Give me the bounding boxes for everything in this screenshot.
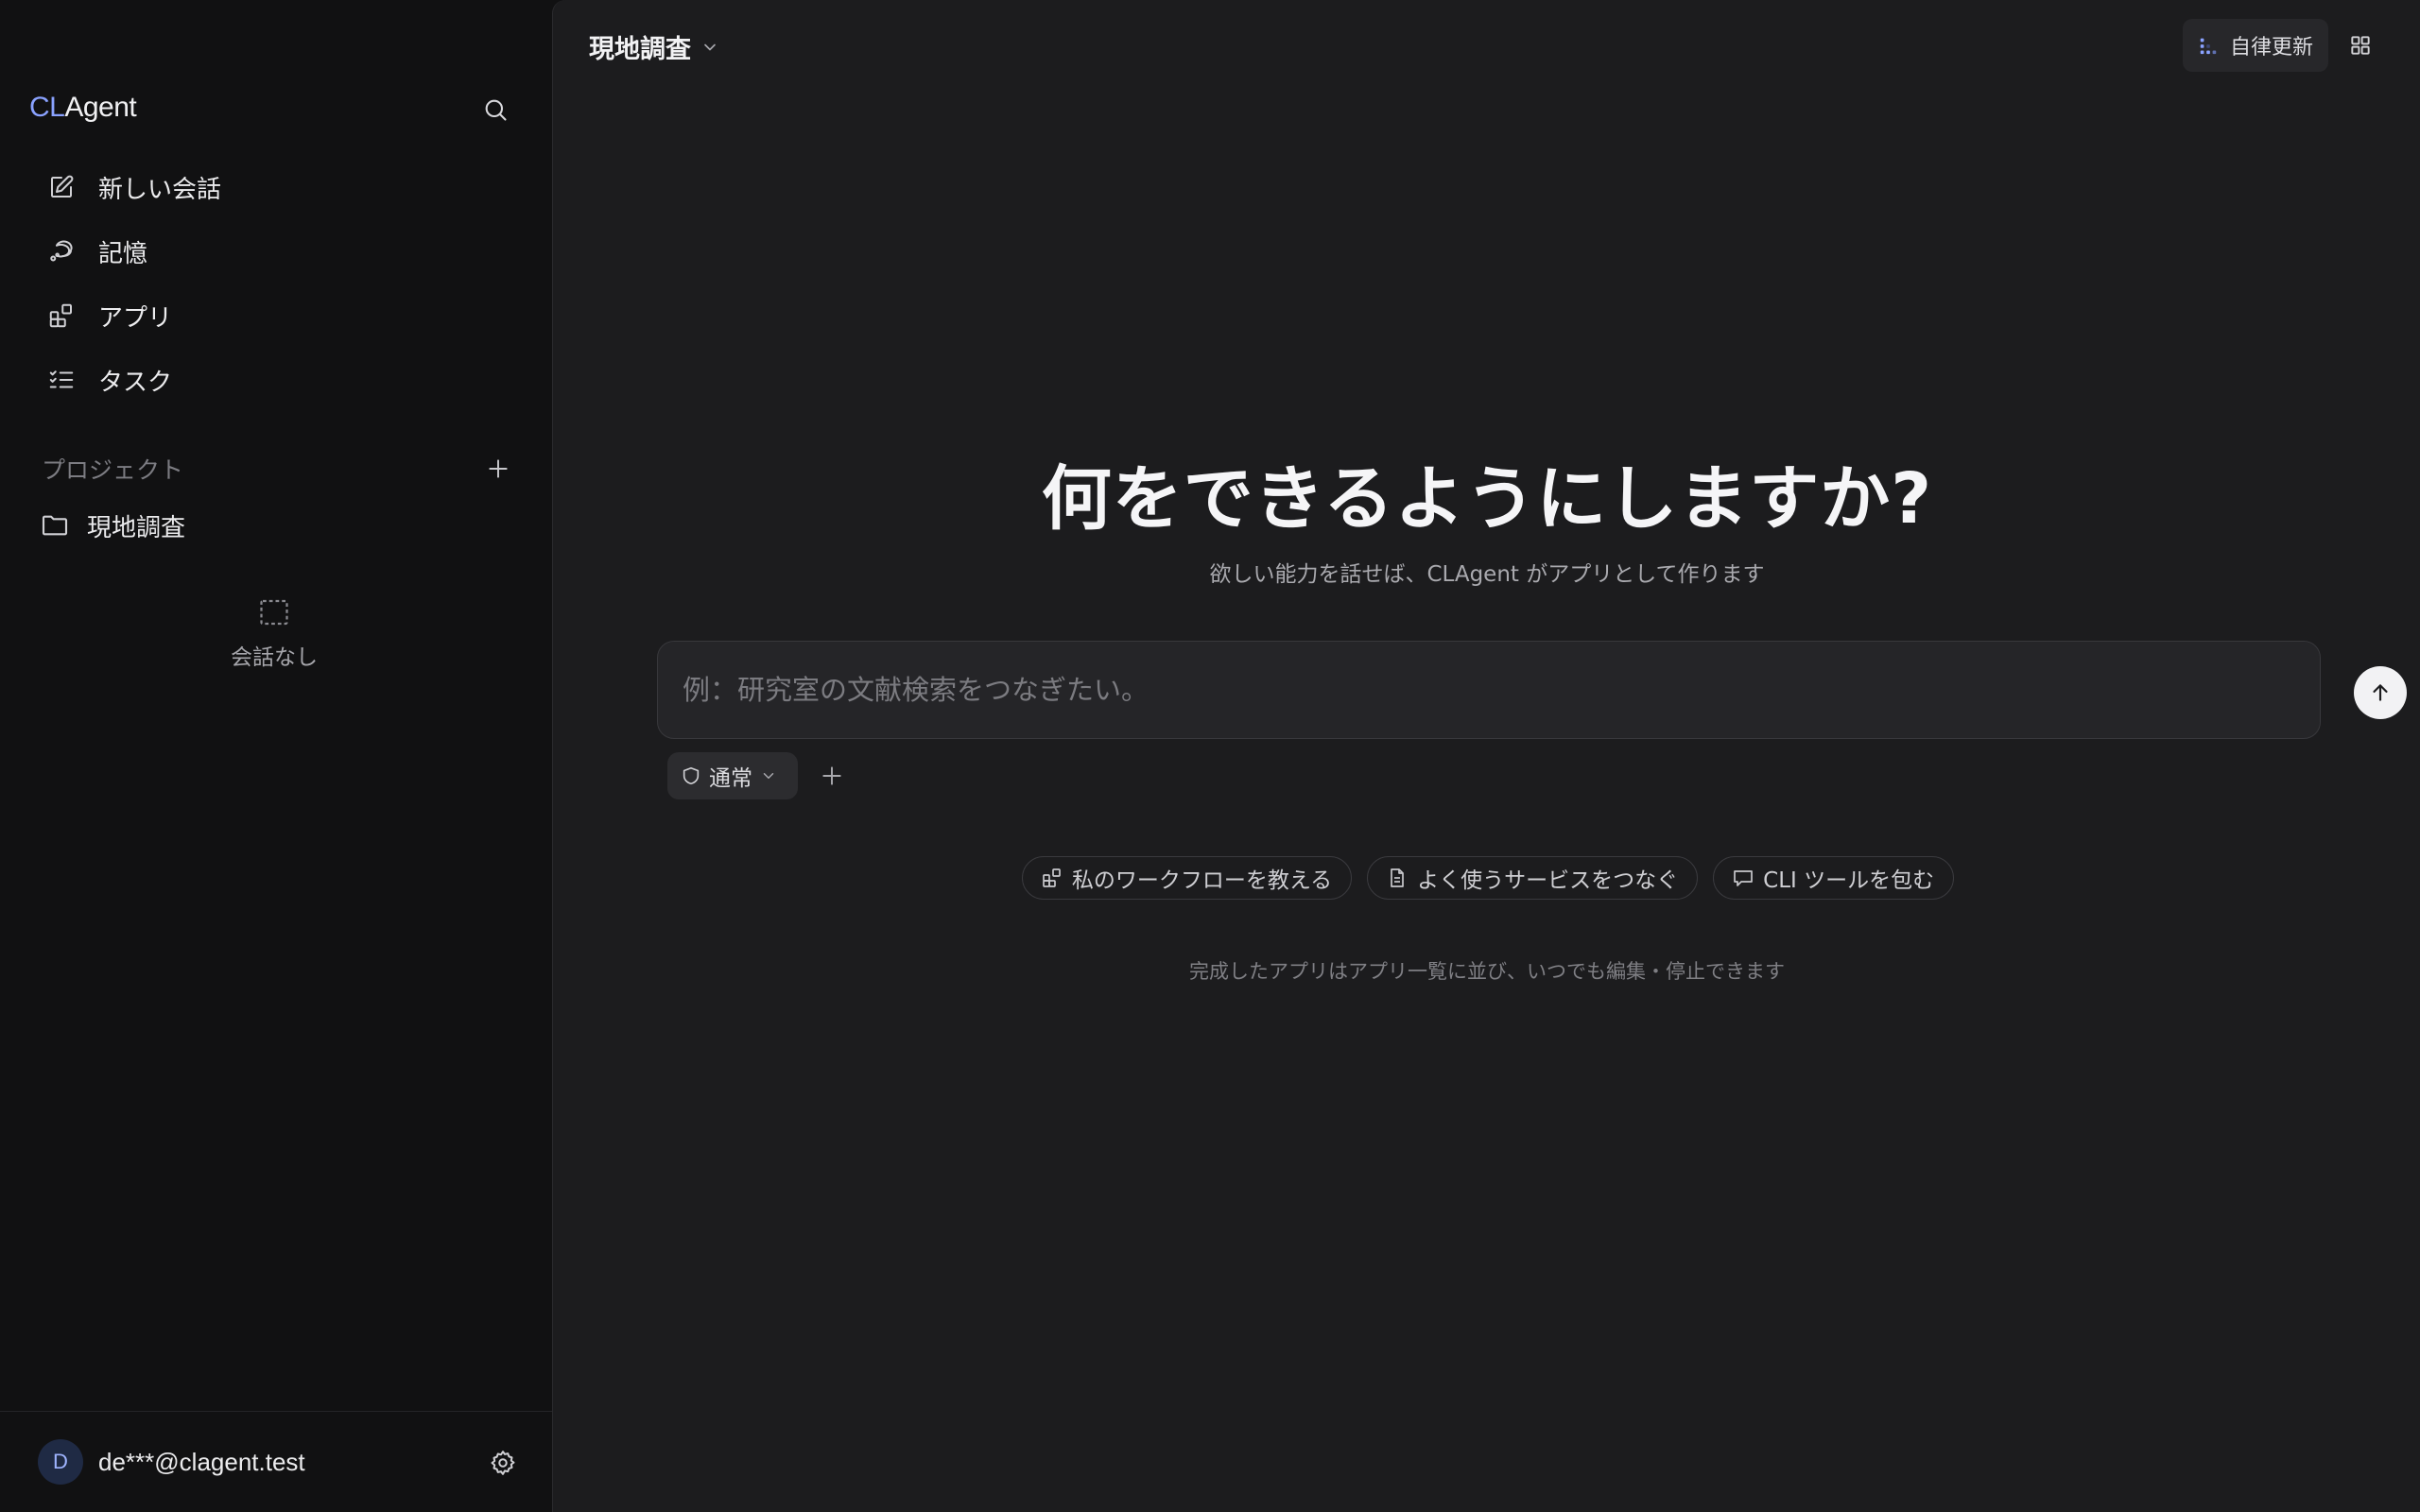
app-window: CLAgent 新しい会話 記憶 アプリ タスク プロジェクト 現地調査 会話な…: [0, 0, 2420, 1512]
project-item[interactable]: 現地調査: [38, 505, 185, 546]
prompt-input[interactable]: [683, 642, 2214, 738]
memory-icon: [45, 235, 78, 267]
mode-selector[interactable]: 通常: [667, 752, 798, 799]
sidebar-item-tasks[interactable]: タスク: [38, 348, 510, 412]
layout-grid-button[interactable]: [2345, 30, 2376, 60]
apps-icon: [45, 300, 78, 332]
search-icon: [485, 99, 507, 121]
main-panel: 現地調査 自律更新 何をできるようにしますか? 欲しい能力を話せば、CLAgen…: [552, 0, 2420, 1512]
shield-icon: [683, 766, 700, 785]
brand-prefix: CL: [29, 92, 65, 123]
add-attachment-button[interactable]: [816, 760, 848, 792]
gear-icon: [491, 1451, 515, 1475]
hero-headline: 何をできるようにしますか?: [1041, 458, 1933, 540]
sidebar-item-memory[interactable]: 記憶: [38, 219, 510, 284]
hero-subline: 欲しい能力を話せば、CLAgent がアプリとして作ります: [1209, 562, 1765, 587]
terminal-chat-icon: [1731, 866, 1755, 890]
new-chat-icon: [45, 171, 78, 203]
activity-dots-icon: [2200, 38, 2217, 55]
prompt-box: [657, 641, 2407, 739]
tasks-icon: [45, 364, 78, 396]
folder-icon: [38, 508, 72, 542]
plus-icon: [822, 766, 841, 785]
project-label: 現地調査: [87, 513, 186, 542]
suggestion-label: よく使うサービスをつなぐ: [1417, 868, 1679, 893]
suggestion-chip-workflow[interactable]: 私のワークフローを教える: [1021, 856, 1353, 900]
document-icon: [1385, 866, 1409, 890]
suggestion-chip-services[interactable]: よく使うサービスをつなぐ: [1367, 856, 1699, 900]
search-button[interactable]: [481, 95, 510, 124]
empty-label: 会話なし: [231, 645, 318, 670]
projects-label: プロジェクト: [42, 456, 184, 484]
apps-icon: [1040, 866, 1064, 890]
project-switcher[interactable]: 現地調査: [589, 28, 719, 65]
top-bar: 現地調査 自律更新: [553, 0, 2420, 91]
page-title: 現地調査: [589, 35, 691, 64]
suggestion-label: CLI ツールを包む: [1763, 868, 1935, 893]
user-footer: D de***@clagent.test: [0, 1411, 552, 1512]
auto-update-label: 自律更新: [2230, 36, 2314, 60]
suggestion-chips: 私のワークフローを教える よく使うサービスをつなぐ CLI ツールを包む: [553, 856, 2420, 900]
avatar[interactable]: D: [38, 1439, 83, 1485]
plus-icon: [489, 459, 508, 478]
suggestion-chip-cli[interactable]: CLI ツールを包む: [1713, 856, 1955, 900]
brand-logo: CLAgent: [29, 92, 137, 124]
sidebar-nav: 新しい会話 記憶 アプリ タスク: [38, 155, 510, 412]
sidebar-item-apps[interactable]: アプリ: [38, 284, 510, 348]
settings-button[interactable]: [488, 1448, 518, 1478]
empty-selection-icon: [180, 595, 369, 629]
sidebar-item-label: 新しい会話: [98, 175, 222, 204]
arrow-up-icon: [2373, 684, 2388, 701]
grid-icon: [2351, 36, 2370, 55]
sidebar: CLAgent 新しい会話 記憶 アプリ タスク プロジェクト 現地調査 会話な…: [0, 0, 552, 1512]
suggestion-label: 私のワークフローを教える: [1071, 868, 1333, 893]
add-project-button[interactable]: [482, 453, 514, 485]
user-email: de***@clagent.test: [98, 1447, 305, 1476]
auto-update-button[interactable]: 自律更新: [2183, 19, 2328, 72]
sidebar-item-label: アプリ: [98, 303, 173, 333]
chevron-down-icon: [763, 773, 774, 779]
brand-suffix: Agent: [64, 92, 137, 123]
send-button[interactable]: [2354, 666, 2407, 719]
sidebar-item-label: タスク: [98, 368, 173, 397]
mode-label: 通常: [709, 766, 752, 791]
projects-header: プロジェクト: [42, 450, 514, 488]
sidebar-item-new-chat[interactable]: 新しい会話: [38, 155, 510, 219]
chevron-down-icon: [700, 38, 719, 57]
sidebar-item-label: 記憶: [98, 239, 148, 268]
footnote: 完成したアプリはアプリ一覧に並び、いつでも編集・停止できます: [1189, 960, 1785, 983]
empty-conversations: 会話なし: [180, 595, 369, 671]
